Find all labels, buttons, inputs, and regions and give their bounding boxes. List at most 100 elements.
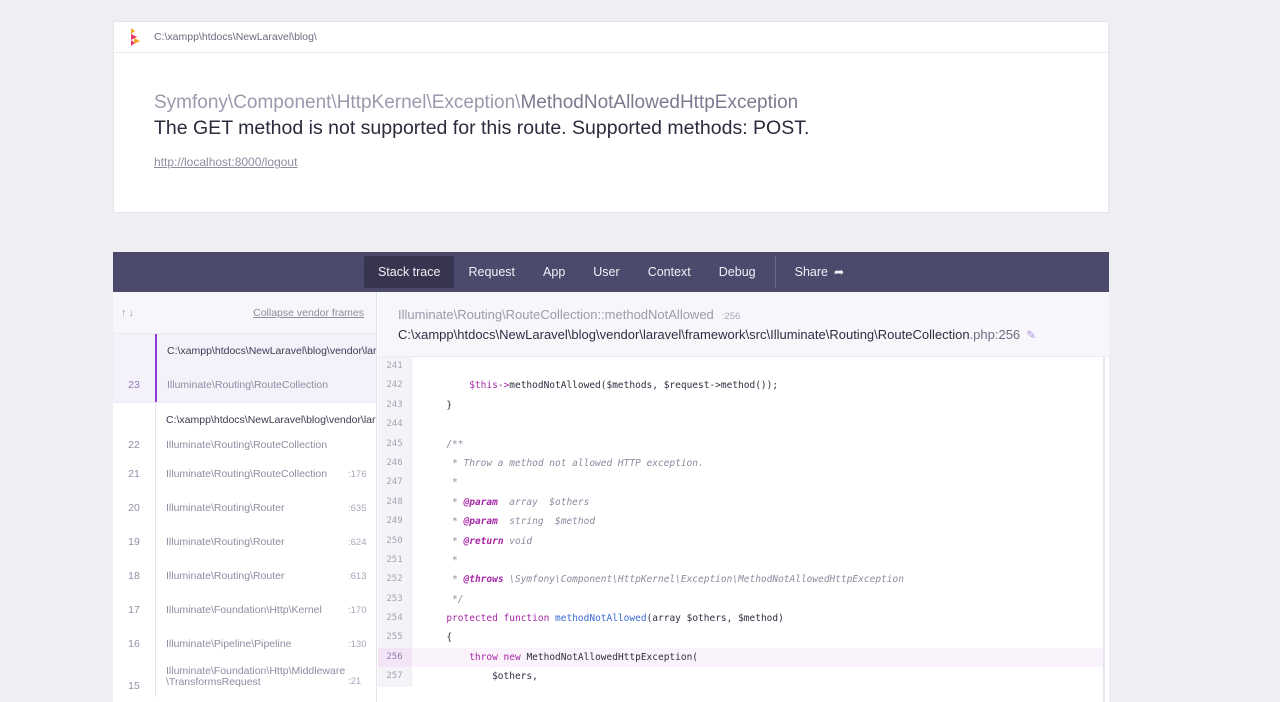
exception-card: C:\xampp\htdocs\NewLaravel\blog\ Symfony… [113,21,1109,213]
code-line: 254 protected function methodNotAllowed(… [378,609,1103,629]
code-line: 252 * @throws \Symfony\Component\HttpKer… [378,570,1103,590]
code-line: 247 * [378,473,1103,493]
frame-row[interactable]: 21 Illuminate\Routing\RouteCollection:17… [113,457,376,491]
tab-separator [774,256,776,288]
exception-namespace: Symfony\Component\HttpKernel\Exception\ [154,92,521,113]
frame-row[interactable]: 19 Illuminate\Routing\Router:624 [113,525,376,559]
frame-row[interactable]: 17 Illuminate\Foundation\Http\Kernel:170 [113,593,376,627]
frame-number: 22 [128,439,140,451]
frame-line: :176 [348,468,367,480]
line-number[interactable]: 254 [378,609,412,629]
code-line: 244 [378,415,1103,435]
frame-line: :170 [348,604,367,616]
tab-context[interactable]: Context [634,256,705,288]
line-number[interactable]: 250 [378,531,412,551]
code-text: * @param string $method [423,516,596,528]
line-number[interactable]: 243 [378,395,412,416]
frame-number: 18 [128,570,140,582]
code-line: 248 * @param array $others [378,492,1103,513]
frame-group-path: C:\xampp\htdocs\NewLaravel\blog\vendor\l… [155,334,376,368]
frame-group[interactable]: C:\xampp\htdocs\NewLaravel\blog\vendor\l… [113,402,376,457]
code-text: */ [423,593,464,605]
stack-card: Stack trace Request App User Context Deb… [113,252,1109,702]
exception-message: The GET method is not supported for this… [154,117,810,139]
line-number[interactable]: 245 [378,434,412,454]
frames-sidebar: ↑↓ Collapse vendor frames C:\xampp\htdoc… [113,292,377,702]
method-line-number: :256 [721,311,741,322]
code-line: 249 * @param string $method [378,512,1103,532]
top-bar: C:\xampp\htdocs\NewLaravel\blog\ [114,22,1108,53]
edit-pencil-icon[interactable]: ✎ [1026,328,1036,342]
line-number[interactable]: 252 [378,570,412,590]
line-number[interactable]: 248 [378,492,412,513]
frame-group-path: C:\xampp\htdocs\NewLaravel\blog\vendor\l… [155,403,376,437]
code-line-highlighted: 256 throw new MethodNotAllowedHttpExcept… [378,647,1103,668]
line-number[interactable]: 253 [378,589,412,610]
tab-request[interactable]: Request [454,256,529,288]
code-text: * @param array $others [423,496,590,508]
frame-number: 21 [128,468,140,480]
frame-row[interactable]: 18 Illuminate\Routing\Router:613 [113,559,376,593]
frame-number: 17 [128,604,140,616]
exception-class: Symfony\Component\HttpKernel\Exception\M… [154,91,1068,115]
code-text: * @throws \Symfony\Component\HttpKernel\… [423,574,904,586]
frame-class: Illuminate\Routing\Router:635 [155,491,376,525]
frame-method: Illuminate\Routing\RouteCollection::meth… [398,307,741,322]
line-number[interactable]: 249 [378,512,412,532]
code-line: 241 [378,357,1103,377]
collapse-vendor-frames-link[interactable]: Collapse vendor frames [253,307,364,319]
share-arrow-icon: ➦ [833,265,845,279]
frame-number: 23 [128,379,140,391]
frame-row[interactable]: 15 Illuminate\Foundation\Http\Middleware… [113,661,376,697]
code-text: * @return void [423,535,533,547]
line-number[interactable]: 257 [378,667,412,687]
code-text: * Throw a method not allowed HTTP except… [423,457,704,469]
frame-class: Illuminate\Routing\RouteCollection:176 [155,457,376,491]
frame-line: :613 [348,570,367,582]
line-number[interactable]: 255 [378,628,412,648]
line-number[interactable]: 246 [378,453,412,474]
frame-class: Illuminate\Foundation\Http\Kernel:170 [155,593,376,627]
line-number[interactable]: 244 [378,415,412,435]
frame-group-active[interactable]: C:\xampp\htdocs\NewLaravel\blog\vendor\l… [113,334,376,402]
ignition-logo-icon [128,28,142,46]
frame-line: :130 [348,638,367,650]
frame-row[interactable]: 20 Illuminate\Routing\Router:635 [113,491,376,525]
code-line: 253 */ [378,589,1103,610]
line-number[interactable]: 241 [378,357,412,377]
source-panel: Illuminate\Routing\RouteCollection::meth… [378,292,1109,702]
frame-class: Illuminate\Routing\RouteCollection [155,368,376,402]
code-text: protected function methodNotAllowed(arra… [446,613,784,625]
code-text: $this->methodNotAllowed($methods, $reque… [469,380,779,392]
code-line: 255 { [378,628,1103,648]
tab-user[interactable]: User [579,256,633,288]
file-path: C:\xampp\htdocs\NewLaravel\blog\vendor\l… [398,327,1037,342]
code-viewer: 241 242 $this->methodNotAllowed($methods… [378,357,1105,702]
code-line: 250 * @return void [378,531,1103,551]
share-label: Share [794,265,828,279]
tab-debug[interactable]: Debug [705,256,770,288]
frame-nav-arrows-icon[interactable]: ↑↓ [121,307,136,319]
tab-app[interactable]: App [529,256,579,288]
tab-share[interactable]: Share ➦ [781,256,858,288]
source-header: Illuminate\Routing\RouteCollection::meth… [378,292,1109,357]
code-line: 242 $this->methodNotAllowed($methods, $r… [378,376,1103,396]
code-text: /** [423,438,464,450]
frame-row[interactable]: 16 Illuminate\Pipeline\Pipeline:130 [113,627,376,661]
frame-row[interactable]: 22 Illuminate\Routing\RouteCollection [113,433,376,457]
frame-number: 16 [128,638,140,650]
line-number[interactable]: 251 [378,550,412,571]
code-text: * [423,554,458,566]
line-number[interactable]: 256 [378,647,412,668]
request-url-link[interactable]: http://localhost:8000/logout [154,155,297,169]
code-text: $others, [412,671,538,683]
line-number[interactable]: 247 [378,473,412,493]
tab-stack-trace[interactable]: Stack trace [363,256,455,288]
line-number[interactable]: 242 [378,376,412,396]
frame-class: Illuminate\Pipeline\Pipeline:130 [155,627,376,661]
frame-row[interactable]: 23 Illuminate\Routing\RouteCollection [113,368,376,402]
frame-line: :624 [348,536,367,548]
code-text: * [423,477,458,489]
tab-bar: Stack trace Request App User Context Deb… [113,252,1109,292]
